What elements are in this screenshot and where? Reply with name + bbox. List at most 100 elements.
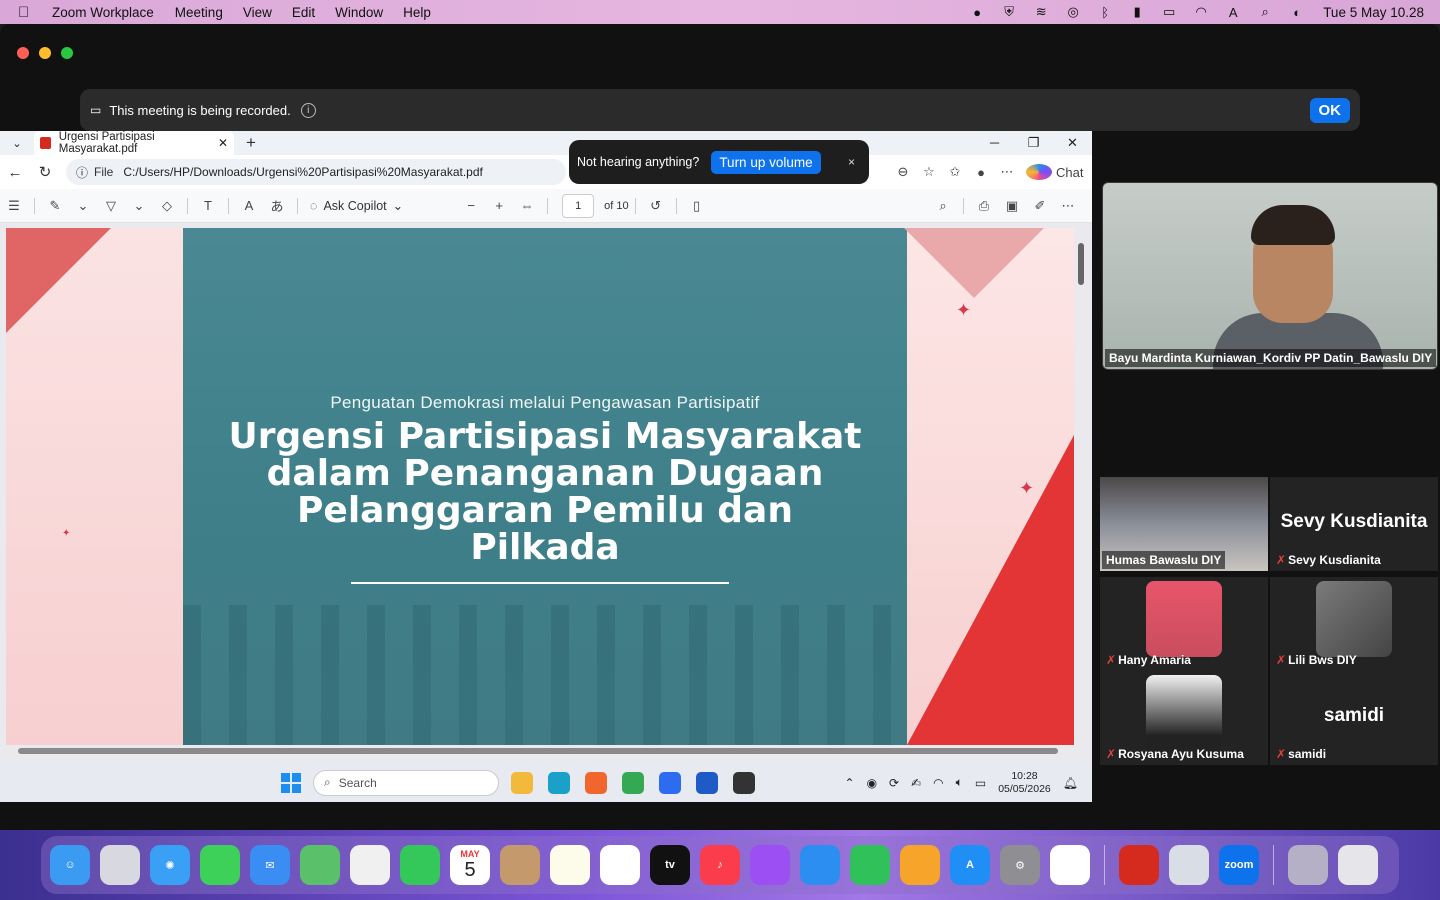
horizontal-scrollbar[interactable] (10, 747, 1070, 755)
recording-ok-button[interactable]: OK (1309, 97, 1350, 123)
wifi-icon[interactable]: ◠ (1185, 4, 1217, 20)
facetime-icon[interactable] (400, 845, 440, 885)
input-source-icon[interactable]: A (1217, 5, 1249, 20)
more-icon[interactable]: ⋯ (994, 164, 1020, 180)
acrobat-icon[interactable] (1119, 845, 1159, 885)
battery-icon[interactable]: ▭ (1153, 4, 1185, 20)
minimize-window-button[interactable] (39, 47, 51, 59)
chrome-icon[interactable] (1050, 845, 1090, 885)
apple-tv-icon[interactable]: tv (650, 845, 690, 885)
contents-icon[interactable]: ☰ (0, 198, 28, 214)
active-speaker-tile[interactable]: Bayu Mardinta Kurniawan_Kordiv PP Datin_… (1102, 182, 1438, 370)
maps-icon[interactable] (300, 845, 340, 885)
participant-tile[interactable]: ✗ Lili Bws DIY (1270, 577, 1438, 671)
copilot-chat-button[interactable]: Chat (1026, 164, 1083, 180)
zoom-out-icon[interactable]: ⊖ (890, 164, 916, 180)
participant-tile[interactable]: Sevy Kusdianita ✗ Sevy Kusdianita (1270, 477, 1438, 571)
close-tab-icon[interactable]: ✕ (218, 136, 228, 150)
menu-view[interactable]: View (243, 5, 272, 20)
zoom-app-icon[interactable] (659, 771, 681, 794)
menu-app-name[interactable]: Zoom Workplace (52, 5, 154, 20)
trash-icon[interactable] (1338, 845, 1378, 885)
highlight-icon[interactable]: ✎ (41, 198, 69, 214)
browser-tab-pdf[interactable]: Urgensi Partisipasi Masyarakat.pdf ✕ (34, 131, 234, 155)
find-icon[interactable]: ⌕ (929, 198, 957, 214)
eraser-icon[interactable]: ◇ (153, 198, 181, 214)
zoom-dock-icon[interactable]: zoom (1219, 845, 1259, 885)
translate-icon[interactable]: あ (263, 196, 291, 215)
rotate-icon[interactable]: ↺ (642, 198, 670, 214)
pen-app-icon[interactable] (733, 771, 755, 794)
chevron-down-icon[interactable]: ⌄ (69, 198, 97, 214)
url-field[interactable]: ⓘ File C:/Users/HP/Downloads/Urgensi%20P… (66, 159, 566, 185)
volume-icon[interactable]: 🔈︎ (956, 775, 963, 790)
participant-tile[interactable]: Humas Bawaslu DIY (1100, 477, 1268, 571)
app-store-icon[interactable]: A (950, 845, 990, 885)
numbers-icon[interactable] (850, 845, 890, 885)
refresh-icon[interactable]: ↻ (30, 163, 60, 181)
close-window-button[interactable] (17, 47, 29, 59)
sync-icon[interactable]: ⟳ (889, 776, 899, 790)
chrome-icon[interactable] (622, 771, 644, 794)
toast-close-icon[interactable]: × (848, 155, 855, 169)
calendar-icon[interactable]: MAY 5 (450, 845, 490, 885)
scroll-thumb[interactable] (18, 748, 1058, 754)
profile-icon[interactable]: ● (968, 165, 994, 180)
info-icon[interactable]: i (300, 102, 316, 118)
menu-edit[interactable]: Edit (292, 5, 315, 20)
safari-icon[interactable]: ✺ (150, 845, 190, 885)
taskbar-search[interactable]: ⌕ Search (313, 769, 499, 796)
read-aloud-icon[interactable]: A (235, 198, 263, 213)
windows-start-icon[interactable] (281, 772, 301, 793)
participant-tile[interactable]: ✗ Rosyana Ayu Kusuma (1100, 671, 1268, 765)
apple-icon[interactable]:  (18, 4, 38, 21)
file-explorer-icon[interactable] (511, 771, 533, 794)
firefox-icon[interactable] (585, 771, 607, 794)
spotlight-search-icon[interactable]: ⌕ (1249, 4, 1281, 20)
taskbar-clock[interactable]: 10:28 05/05/2026 (998, 770, 1051, 796)
ask-copilot-button[interactable]: ◌ Ask Copilot ⌄ (310, 198, 403, 214)
bluetooth-icon[interactable]: ᛒ (1089, 5, 1121, 20)
finder-icon[interactable]: ☺ (50, 845, 90, 885)
keynote-icon[interactable] (800, 845, 840, 885)
menu-meeting[interactable]: Meeting (175, 5, 223, 20)
pen-input-icon[interactable]: ✍ (911, 776, 921, 790)
participant-tile[interactable]: ✗ Hany Amaria (1100, 577, 1268, 671)
save-icon[interactable]: ▣ (998, 198, 1026, 214)
site-info-icon[interactable]: ⓘ (76, 164, 88, 181)
downloads-folder-icon[interactable] (1288, 845, 1328, 885)
chevron-down-icon[interactable]: ⌄ (125, 198, 153, 214)
battery-icon[interactable]: ▭ (975, 776, 986, 790)
fit-page-icon[interactable]: ⇔ (513, 198, 541, 213)
zoom-status-icon[interactable]: ● (961, 5, 993, 20)
word-icon[interactable] (696, 771, 718, 794)
control-center-icon[interactable]: ◐ (1281, 5, 1313, 20)
menu-help[interactable]: Help (403, 5, 431, 20)
airdrop-icon[interactable]: ◎ (1057, 4, 1089, 20)
reminders-icon[interactable] (600, 845, 640, 885)
menu-window[interactable]: Window (335, 5, 383, 20)
more-options-icon[interactable]: ⋯ (1054, 198, 1082, 214)
draw-icon[interactable]: ▽ (97, 198, 125, 214)
launchpad-icon[interactable] (100, 845, 140, 885)
favorites-icon[interactable]: ✩ (942, 164, 968, 180)
edge-icon[interactable] (548, 771, 570, 794)
new-tab-button[interactable]: + (246, 133, 256, 153)
system-settings-icon[interactable]: ⚙ (1000, 845, 1040, 885)
pages-icon[interactable] (900, 845, 940, 885)
restore-icon[interactable]: ❐ (1014, 135, 1053, 151)
turn-up-volume-button[interactable]: Turn up volume (711, 150, 821, 174)
photos-icon[interactable] (350, 845, 390, 885)
zoom-out-minus-icon[interactable]: − (457, 198, 485, 213)
wifi-icon[interactable]: ◠ (933, 776, 943, 790)
close-icon[interactable]: ✕ (1053, 135, 1092, 151)
tray-app-icon[interactable]: ◉ (867, 776, 877, 790)
shield-icon[interactable]: ⛨ (993, 4, 1025, 20)
zoom-window-button[interactable] (61, 47, 73, 59)
zoom-in-plus-icon[interactable]: + (485, 198, 513, 213)
contacts-icon[interactable] (500, 845, 540, 885)
page-view-icon[interactable]: ▯ (683, 198, 711, 214)
chevron-up-icon[interactable]: ⌃ (845, 776, 855, 790)
text-box-icon[interactable]: T (194, 198, 222, 213)
music-icon[interactable]: ♪ (700, 845, 740, 885)
